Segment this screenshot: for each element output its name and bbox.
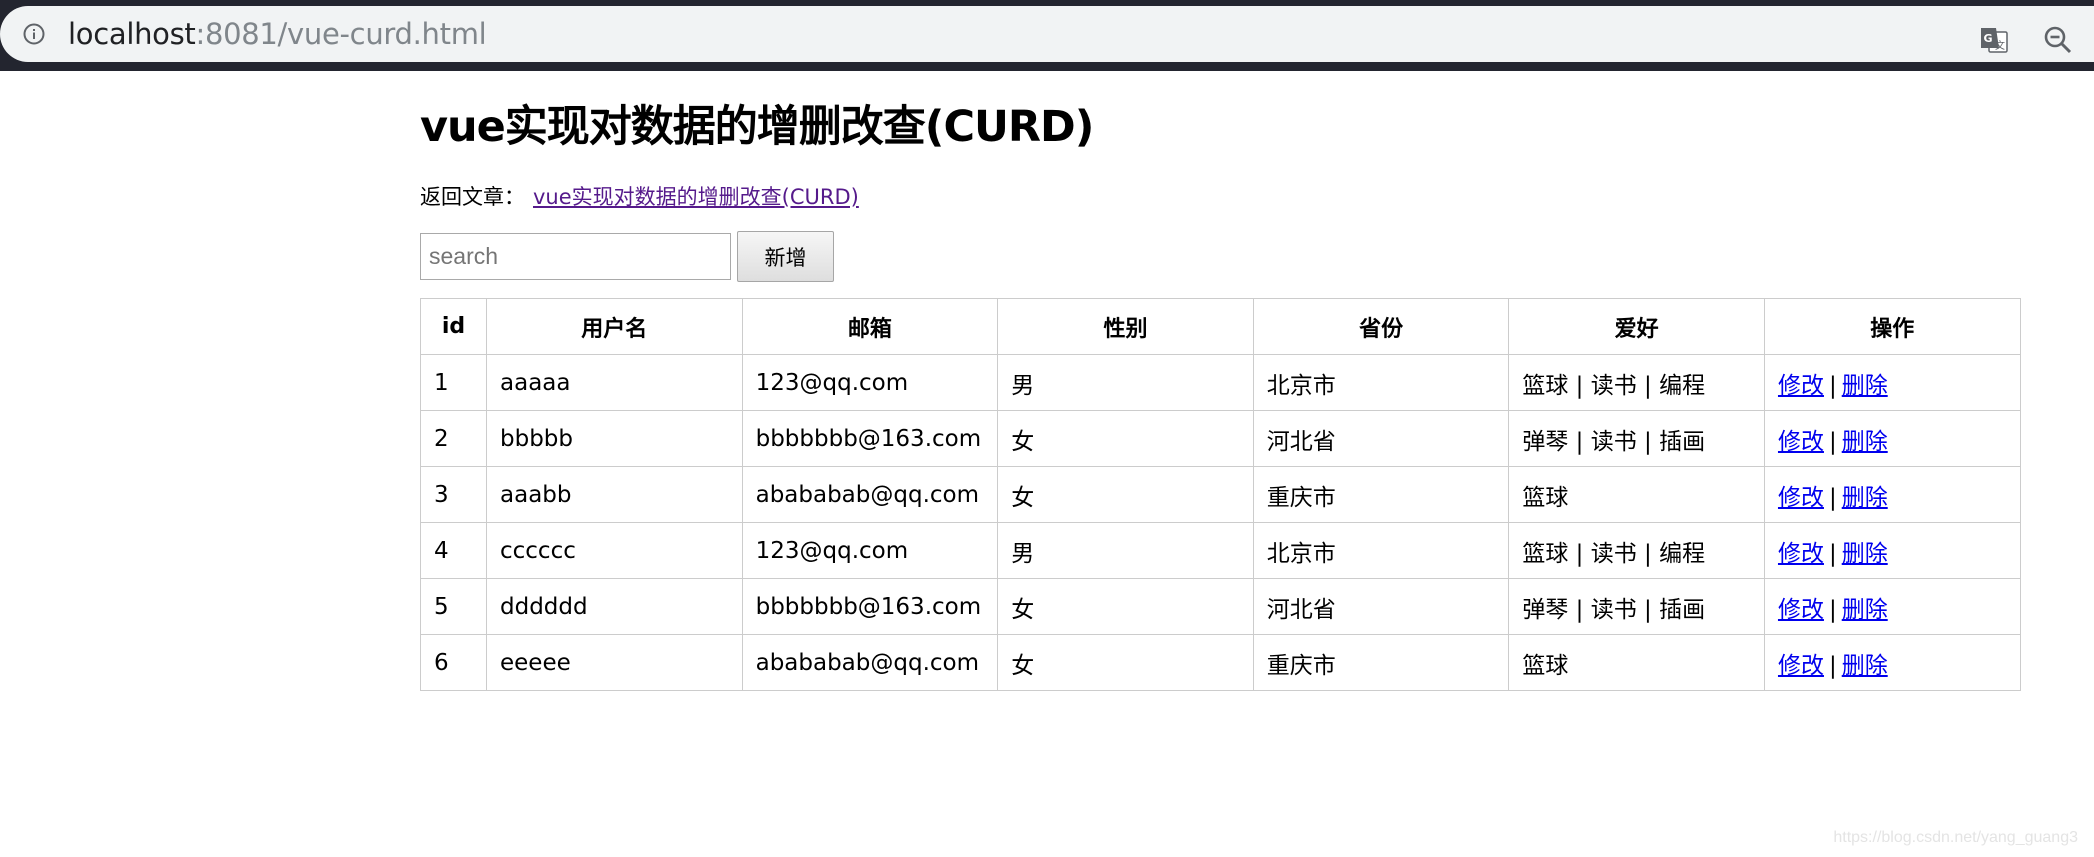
svg-text:文: 文 [1995,39,2005,52]
table-header-row: id 用户名 邮箱 性别 省份 爱好 操作 [420,298,2021,355]
cell-id: 1 [420,354,487,411]
edit-link[interactable]: 修改 [1778,373,1824,399]
cell-gender: 女 [997,578,1254,635]
search-input[interactable] [420,233,731,280]
url-path: :8081/vue-curd.html [195,17,487,51]
cell-id: 4 [420,522,487,579]
cell-actions: 修改 | 删除 [1763,634,2021,691]
header-id: id [420,298,487,355]
cell-id: 3 [420,466,487,523]
cell-actions: 修改 | 删除 [1763,578,2021,635]
cell-hobbies: 篮球 | 读书 | 编程 [1508,522,1765,579]
cell-username: dddddd [486,578,743,635]
cell-actions: 修改 | 删除 [1763,522,2021,579]
table-row: 6 eeeee abababab@qq.com 女重庆市 篮球 修改 | 删除 [420,634,2021,691]
delete-link[interactable]: 删除 [1842,485,1888,511]
back-label: 返回文章： [420,185,525,209]
table-row: 3 aaabb abababab@qq.com 女重庆市 篮球 修改 | 删除 [420,466,2021,523]
cell-province: 北京市 [1252,354,1510,411]
header-province: 省份 [1252,298,1510,355]
cell-gender: 女 [997,634,1254,691]
cell-email: 123@qq.com [741,522,999,579]
cell-gender: 女 [997,410,1254,467]
address-bar[interactable]: localhost:8081/vue-curd.html G 文 [0,6,2094,62]
delete-link[interactable]: 删除 [1842,597,1888,623]
edit-link[interactable]: 修改 [1778,653,1824,679]
cell-actions: 修改 | 删除 [1763,354,2021,411]
zoom-out-icon[interactable] [2043,25,2073,55]
cell-email: bbbbbbb@163.com [741,410,999,467]
cell-province: 河北省 [1252,410,1510,467]
cell-province: 重庆市 [1252,466,1510,523]
cell-username: eeeee [486,634,743,691]
cell-hobbies: 弹琴 | 读书 | 插画 [1508,410,1765,467]
page-title: vue实现对数据的增删改查(CURD) [420,102,1094,152]
svg-text:G: G [1984,32,1993,45]
back-article-link[interactable]: vue实现对数据的增删改查(CURD) [533,185,859,209]
header-actions: 操作 [1763,298,2021,355]
action-separator: | [1828,428,1837,455]
header-hobbies: 爱好 [1508,298,1765,355]
url-text[interactable]: localhost:8081/vue-curd.html [68,16,487,52]
edit-link[interactable]: 修改 [1778,541,1824,567]
add-button[interactable]: 新增 [737,231,834,282]
cell-email: abababab@qq.com [741,466,999,523]
action-separator: | [1828,372,1837,399]
cell-email: abababab@qq.com [741,634,999,691]
cell-gender: 男 [997,354,1254,411]
cell-email: bbbbbbb@163.com [741,578,999,635]
cell-username: cccccc [486,522,743,579]
header-username: 用户名 [486,298,743,355]
table-body: 1 aaaaa 123@qq.com 男北京市 篮球 | 读书 | 编程 修改 | 删除 2 bb… [420,354,2021,691]
cell-actions: 修改 | 删除 [1763,466,2021,523]
cell-email: 123@qq.com [741,354,999,411]
user-table: id 用户名 邮箱 性别 省份 爱好 操作 1 aaaaa 123@qq.com 男北… [420,298,2021,691]
delete-link[interactable]: 删除 [1842,429,1888,455]
delete-link[interactable]: 删除 [1842,373,1888,399]
info-icon[interactable] [23,23,45,45]
cell-province: 重庆市 [1252,634,1510,691]
cell-hobbies: 篮球 [1508,634,1765,691]
cell-province: 河北省 [1252,578,1510,635]
back-to-article: 返回文章： vue实现对数据的增删改查(CURD) [420,182,859,212]
table-row: 4 cccccc 123@qq.com 男北京市 篮球 | 读书 | 编程 修改 | 删除 [420,522,2021,579]
cell-hobbies: 弹琴 | 读书 | 插画 [1508,578,1765,635]
edit-link[interactable]: 修改 [1778,429,1824,455]
cell-gender: 女 [997,466,1254,523]
header-gender: 性别 [997,298,1254,355]
delete-link[interactable]: 删除 [1842,541,1888,567]
header-email: 邮箱 [741,298,999,355]
cell-username: aaabb [486,466,743,523]
action-separator: | [1828,484,1837,511]
cell-username: bbbbb [486,410,743,467]
action-separator: | [1828,596,1837,623]
action-separator: | [1828,652,1837,679]
cell-gender: 男 [997,522,1254,579]
table-row: 1 aaaaa 123@qq.com 男北京市 篮球 | 读书 | 编程 修改 | 删除 [420,354,2021,411]
cell-hobbies: 篮球 [1508,466,1765,523]
cell-hobbies: 篮球 | 读书 | 编程 [1508,354,1765,411]
translate-icon[interactable]: G 文 [1979,25,2009,55]
table-row: 2 bbbbb bbbbbbb@163.com 女河北省 弹琴 | 读书 | 插画 修改 |… [420,410,2021,467]
edit-link[interactable]: 修改 [1778,597,1824,623]
watermark: https://blog.csdn.net/yang_guang3 [1833,829,2078,846]
cell-id: 5 [420,578,487,635]
edit-link[interactable]: 修改 [1778,485,1824,511]
cell-id: 6 [420,634,487,691]
cell-province: 北京市 [1252,522,1510,579]
cell-actions: 修改 | 删除 [1763,410,2021,467]
browser-toolbar: localhost:8081/vue-curd.html G 文 [0,0,2094,71]
cell-username: aaaaa [486,354,743,411]
delete-link[interactable]: 删除 [1842,653,1888,679]
table-row: 5 dddddd bbbbbbb@163.com 女河北省 弹琴 | 读书 | 插画 修改… [420,578,2021,635]
action-separator: | [1828,540,1837,567]
cell-id: 2 [420,410,487,467]
url-host: localhost [68,17,196,51]
